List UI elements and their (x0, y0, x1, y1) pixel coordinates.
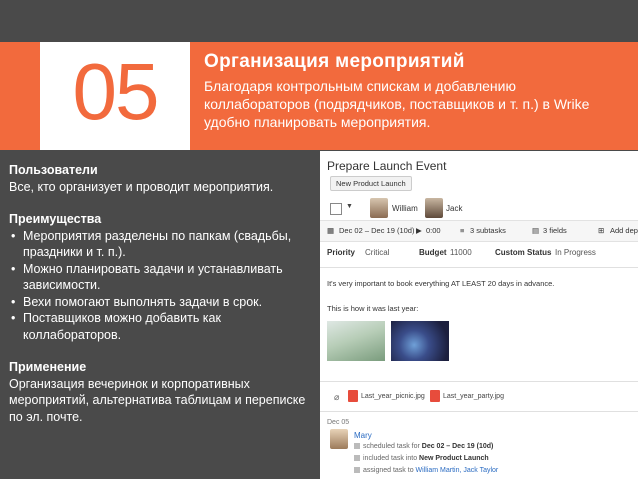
fields-icon: ▤ (532, 226, 540, 235)
activity-item: assigned task to William Martin, Jack Ta… (354, 467, 498, 474)
info-column: Пользователи Все, кто организует и прово… (9, 162, 309, 425)
avatar (370, 198, 388, 218)
budget-value[interactable]: 11000 (450, 248, 472, 257)
activity-text: scheduled task for (363, 443, 420, 450)
attachment-name: Last_year_picnic.jpg (361, 392, 425, 400)
image-file-icon (348, 390, 358, 402)
activity-text: included task into (363, 455, 418, 462)
budget-label: Budget (419, 248, 447, 257)
activity-user[interactable]: Mary (354, 431, 372, 440)
slide-description: Благодаря контрольным спискам и добавлен… (204, 78, 590, 130)
priority-value[interactable]: Critical (365, 248, 389, 257)
benefits-heading: Преимущества (9, 212, 102, 226)
dates-button[interactable]: Dec 02 – Dec 19 (10d) (339, 226, 414, 235)
activity-value: Dec 02 – Dec 19 (10d) (421, 443, 494, 450)
activity-value: New Product Launch (419, 455, 489, 462)
status-label: Custom Status (495, 248, 552, 257)
attachment-item[interactable]: Last_year_party.jpg (430, 390, 504, 402)
complete-checkbox[interactable] (330, 203, 342, 215)
user-icon (354, 467, 360, 474)
folder-chip[interactable]: New Product Launch (330, 176, 412, 191)
party-photo[interactable] (391, 321, 449, 361)
activity-item: included task into New Product Launch (354, 455, 489, 462)
assignee-name[interactable]: William (392, 204, 418, 213)
timer-icon: ▶ (416, 226, 422, 235)
subtasks-icon: ≡ (460, 226, 465, 235)
activity-item: scheduled task for Dec 02 – Dec 19 (10d) (354, 443, 493, 450)
task-title[interactable]: Prepare Launch Event (327, 159, 446, 173)
app-screenshot: Prepare Launch Event New Product Launch … (320, 151, 638, 479)
priority-label: Priority (327, 248, 356, 257)
users-heading: Пользователи (9, 163, 98, 177)
divider (320, 411, 638, 412)
users-text: Все, кто организует и проводит мероприят… (9, 179, 274, 194)
slide-title: Организация мероприятий (204, 51, 465, 72)
benefits-list: Мероприятия разделены по папкам (свадьбы… (9, 228, 309, 344)
slide-number: 05 (72, 47, 160, 136)
picnic-photo[interactable] (327, 321, 385, 361)
fields-button[interactable]: 3 fields (543, 226, 567, 235)
benefit-item: Поставщиков можно добавить как коллабора… (9, 310, 309, 343)
divider (320, 267, 638, 268)
divider (320, 381, 638, 382)
avatar (425, 198, 443, 218)
calendar-icon (354, 443, 360, 450)
folder-icon (354, 455, 360, 462)
usage-text: Организация вечеринок и корпоративных ме… (9, 376, 306, 424)
status-value[interactable]: In Progress (555, 248, 596, 257)
calendar-icon: ▦ (327, 226, 335, 235)
title-band: 05 Организация мероприятий Благодаря кон… (0, 42, 638, 150)
activity-text: assigned task to (363, 467, 414, 474)
task-toolbar: ▦ Dec 02 – Dec 19 (10d) ▶ 0:00 ≡ 3 subta… (320, 220, 638, 242)
custom-fields-row: Priority Critical Budget 11000 Custom St… (320, 248, 638, 262)
description-line: This is how it was last year: (327, 304, 419, 313)
attachment-item[interactable]: Last_year_picnic.jpg (348, 390, 425, 402)
time-tracker[interactable]: 0:00 (426, 226, 441, 235)
assignee-name[interactable]: Jack (446, 204, 462, 213)
benefit-item: Можно планировать задачи и устанавливать… (9, 261, 309, 294)
benefit-item: Вехи помогают выполнять задачи в срок. (9, 294, 309, 311)
paperclip-icon[interactable]: ⌀ (334, 392, 339, 403)
dependency-icon: ⊞ (598, 226, 605, 235)
benefit-item: Мероприятия разделены по папкам (свадьбы… (9, 228, 309, 261)
subtasks-button[interactable]: 3 subtasks (470, 226, 506, 235)
activity-value[interactable]: William Martin, Jack Taylor (416, 467, 499, 474)
avatar (330, 429, 348, 449)
assignee-row: ▼ William Jack (330, 198, 638, 220)
chevron-down-icon[interactable]: ▼ (346, 203, 353, 210)
activity-date: Dec 05 (327, 419, 350, 426)
image-file-icon (430, 390, 440, 402)
attachment-name: Last_year_party.jpg (443, 392, 504, 400)
add-dependency-button[interactable]: Add depe (610, 226, 638, 235)
usage-heading: Применение (9, 360, 87, 374)
description-line: It's very important to book everything A… (327, 279, 555, 288)
slide-number-box: 05 (40, 42, 190, 150)
